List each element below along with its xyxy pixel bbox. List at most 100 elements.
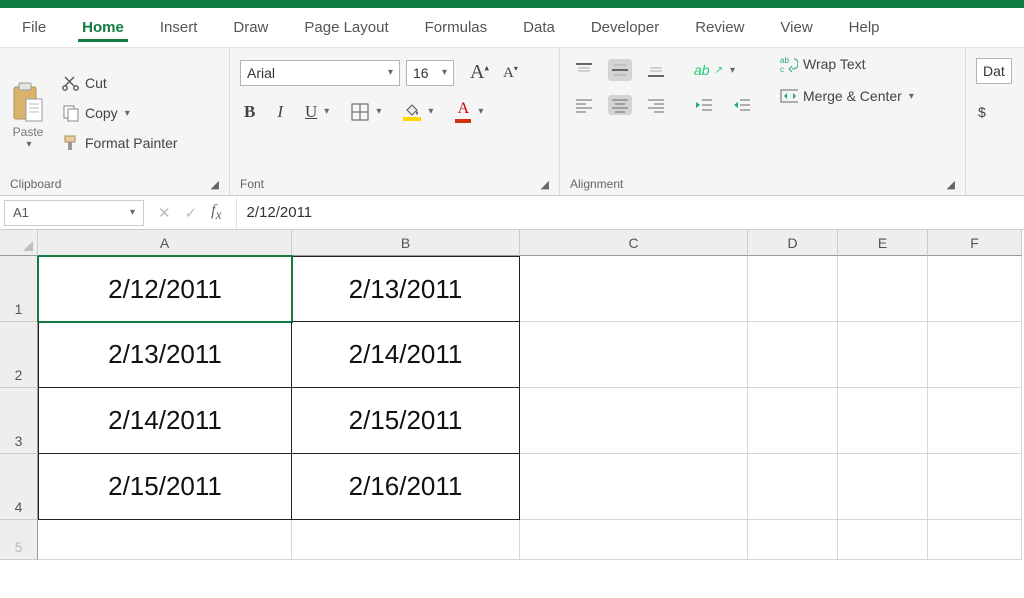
cell-C1[interactable]	[520, 256, 748, 322]
row-header-3[interactable]: 3	[0, 388, 38, 454]
chevron-down-icon: ▾	[442, 67, 447, 78]
tab-view[interactable]: View	[776, 13, 816, 42]
cell-F3[interactable]	[928, 388, 1022, 454]
tab-help[interactable]: Help	[845, 13, 884, 42]
formula-input[interactable]	[237, 196, 1024, 229]
font-size-select[interactable]: 16 ▾	[406, 60, 454, 86]
svg-text:ab: ab	[780, 56, 789, 65]
tab-data[interactable]: Data	[519, 13, 559, 42]
col-header-D[interactable]: D	[748, 230, 838, 256]
col-header-A[interactable]: A	[38, 230, 292, 256]
merge-center-button[interactable]: Merge & Center ▾	[776, 84, 918, 108]
row-header-4[interactable]: 4	[0, 454, 38, 520]
tab-developer[interactable]: Developer	[587, 13, 663, 42]
group-number: Dat $	[966, 48, 1010, 195]
group-clipboard: Paste ▾ Cut Copy ▾	[0, 48, 230, 195]
cell-C4[interactable]	[520, 454, 748, 520]
fill-icon	[403, 102, 421, 121]
dialog-launcher-icon[interactable]: ◢	[211, 178, 219, 191]
cell-E4[interactable]	[838, 454, 928, 520]
cell-F5[interactable]	[928, 520, 1022, 560]
cell-A4[interactable]: 2/15/2011	[38, 454, 292, 520]
dialog-launcher-icon[interactable]: ◢	[541, 178, 549, 191]
paste-dropdown-icon[interactable]: ▾	[26, 139, 31, 150]
cell-D2[interactable]	[748, 322, 838, 388]
cell-D4[interactable]	[748, 454, 838, 520]
col-header-E[interactable]: E	[838, 230, 928, 256]
align-bottom-button[interactable]	[642, 58, 670, 82]
chevron-down-icon: ▾	[478, 106, 483, 117]
cell-F2[interactable]	[928, 322, 1022, 388]
copy-button[interactable]: Copy ▾	[58, 101, 182, 125]
cell-A5[interactable]	[38, 520, 292, 560]
tab-page-layout[interactable]: Page Layout	[300, 13, 392, 42]
cancel-icon[interactable]: ✕	[158, 204, 171, 222]
cell-B5[interactable]	[292, 520, 520, 560]
tab-review[interactable]: Review	[691, 13, 748, 42]
cell-E5[interactable]	[838, 520, 928, 560]
cell-E2[interactable]	[838, 322, 928, 388]
alignment-group-label: Alignment	[570, 177, 623, 191]
cell-D1[interactable]	[748, 256, 838, 322]
cell-E1[interactable]	[838, 256, 928, 322]
align-left-button[interactable]	[570, 94, 598, 116]
select-all-corner[interactable]	[0, 230, 38, 256]
cell-B4[interactable]: 2/16/2011	[292, 454, 520, 520]
cell-B2[interactable]: 2/14/2011	[292, 322, 520, 388]
bold-button[interactable]: B	[240, 99, 259, 125]
enter-icon[interactable]: ✓	[185, 204, 198, 222]
font-name-select[interactable]: Arial ▾	[240, 60, 400, 86]
fx-icon[interactable]: fx	[211, 202, 221, 223]
decrease-indent-button[interactable]	[690, 94, 718, 116]
cell-F4[interactable]	[928, 454, 1022, 520]
cut-button[interactable]: Cut	[58, 71, 182, 95]
number-format-select[interactable]: Dat	[976, 58, 1012, 84]
cell-D3[interactable]	[748, 388, 838, 454]
cell-A1[interactable]: 2/12/2011	[38, 256, 292, 322]
cell-A3[interactable]: 2/14/2011	[38, 388, 292, 454]
group-alignment: ab↗▾ abc Wrap Text Merge & Center	[560, 48, 966, 195]
italic-button[interactable]: I	[273, 99, 287, 125]
align-top-button[interactable]	[570, 58, 598, 82]
wrap-text-button[interactable]: abc Wrap Text	[776, 52, 918, 76]
tab-formulas[interactable]: Formulas	[421, 13, 492, 42]
orientation-button[interactable]: ab↗▾	[690, 59, 739, 81]
borders-button[interactable]: ▾	[347, 100, 385, 124]
align-right-button[interactable]	[642, 94, 670, 116]
cell-C2[interactable]	[520, 322, 748, 388]
tab-draw[interactable]: Draw	[229, 13, 272, 42]
cell-E3[interactable]	[838, 388, 928, 454]
increase-font-button[interactable]: A▴	[466, 58, 493, 87]
underline-button[interactable]: U▾	[301, 99, 333, 125]
ribbon: Paste ▾ Cut Copy ▾	[0, 48, 1024, 196]
cell-A2[interactable]: 2/13/2011	[38, 322, 292, 388]
row-header-2[interactable]: 2	[0, 322, 38, 388]
currency-button[interactable]: $	[976, 100, 1000, 124]
format-painter-label: Format Painter	[85, 135, 178, 151]
cell-B1[interactable]: 2/13/2011	[292, 256, 520, 322]
dialog-launcher-icon[interactable]: ◢	[947, 178, 955, 191]
col-header-C[interactable]: C	[520, 230, 748, 256]
font-size-value: 16	[413, 65, 429, 81]
tab-home[interactable]: Home	[78, 13, 128, 42]
row-header-5[interactable]: 5	[0, 520, 38, 560]
font-color-button[interactable]: A ▾	[451, 97, 487, 126]
name-box[interactable]: A1 ▾	[4, 200, 144, 226]
align-center-button[interactable]	[608, 95, 632, 115]
cell-C3[interactable]	[520, 388, 748, 454]
cell-B3[interactable]: 2/15/2011	[292, 388, 520, 454]
format-painter-button[interactable]: Format Painter	[58, 131, 182, 155]
fill-color-button[interactable]: ▾	[399, 99, 437, 124]
tab-insert[interactable]: Insert	[156, 13, 202, 42]
align-middle-button[interactable]	[608, 59, 632, 81]
paste-icon[interactable]	[10, 81, 46, 125]
increase-indent-button[interactable]	[728, 94, 756, 116]
cell-D5[interactable]	[748, 520, 838, 560]
row-header-1[interactable]: 1	[0, 256, 38, 322]
decrease-font-button[interactable]: A▾	[499, 58, 522, 87]
tab-file[interactable]: File	[18, 13, 50, 42]
cell-C5[interactable]	[520, 520, 748, 560]
cell-F1[interactable]	[928, 256, 1022, 322]
col-header-B[interactable]: B	[292, 230, 520, 256]
col-header-F[interactable]: F	[928, 230, 1022, 256]
